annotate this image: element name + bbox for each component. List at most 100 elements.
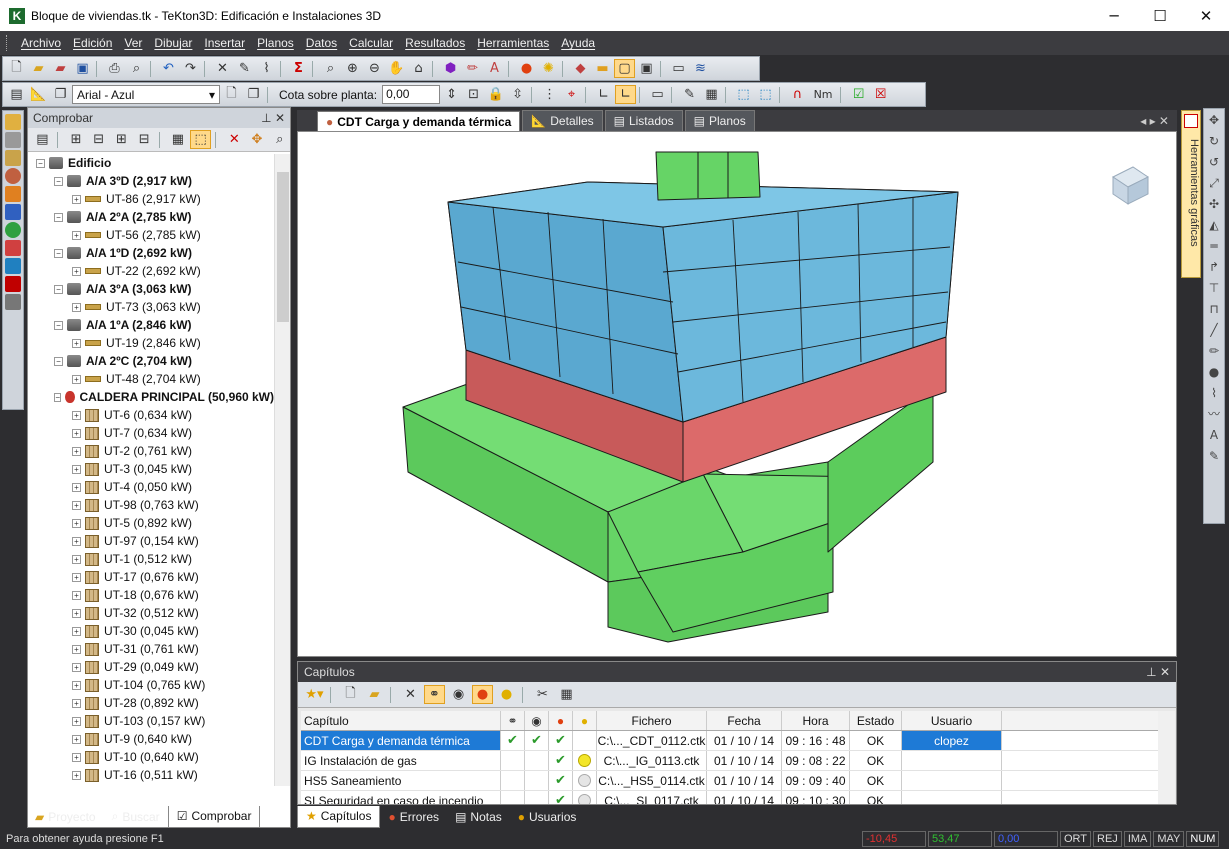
- delete-chapter-icon[interactable]: ✕: [400, 685, 421, 704]
- status-icon[interactable]: ●: [496, 685, 517, 704]
- search-icon[interactable]: ⌕: [269, 130, 290, 149]
- tab-usuarios[interactable]: ● Usuarios: [510, 807, 585, 828]
- cota-input[interactable]: 0,00: [382, 85, 441, 104]
- users-tool-icon[interactable]: [5, 186, 21, 202]
- table-row[interactable]: SI Seguridad en caso de incendio ✔ C:\..._…: [301, 791, 1161, 804]
- expand-toggle-icon[interactable]: +: [72, 734, 81, 744]
- collapse-toggle-icon[interactable]: −: [54, 356, 63, 366]
- tree-node-ut[interactable]: + UT-4 (0,050 kW): [28, 478, 274, 496]
- column-header[interactable]: Fecha: [707, 711, 782, 730]
- elevation-icon[interactable]: ⇳: [507, 85, 528, 104]
- tools-icon[interactable]: ✂: [532, 685, 553, 704]
- pin-close-icon[interactable]: ⊥ ✕: [261, 111, 285, 125]
- tree-node-ut[interactable]: + UT-32 (0,512 kW): [28, 604, 274, 622]
- expand-toggle-icon[interactable]: +: [72, 194, 81, 204]
- layers-icon[interactable]: ⬢: [440, 59, 461, 78]
- pipe-tool-icon[interactable]: [5, 204, 21, 220]
- break-tool-icon[interactable]: ⊓: [1207, 302, 1221, 316]
- table-row[interactable]: HS5 Saneamiento ✔ C:\..._HS5_0114.ctk 01 / …: [301, 771, 1161, 791]
- tree-node-aa[interactable]: − A/A 1ºD (2,692 kW): [28, 244, 274, 262]
- expand-toggle-icon[interactable]: +: [72, 500, 81, 510]
- dimension-icon[interactable]: ▭: [647, 85, 668, 104]
- rotate-3d-icon[interactable]: ↺: [1207, 155, 1221, 169]
- import-chapter-icon[interactable]: ▰: [364, 685, 385, 704]
- tree-node-ut[interactable]: + UT-6 (0,634 kW): [28, 406, 274, 424]
- frame-icon[interactable]: ▣: [636, 59, 657, 78]
- menu-herramientas[interactable]: Herramientas: [471, 36, 555, 50]
- magnet-icon[interactable]: ∩: [787, 85, 808, 104]
- stepper-icon[interactable]: ⇕: [441, 85, 462, 104]
- flag-num[interactable]: NUM: [1186, 831, 1220, 847]
- zoom-in-icon[interactable]: ⊕: [342, 59, 363, 78]
- tree-node-aa[interactable]: − A/A 3ºD (2,917 kW): [28, 172, 274, 190]
- brush-icon[interactable]: ⌇: [256, 59, 277, 78]
- solid-view-icon[interactable]: ▢: [614, 59, 635, 78]
- plane-icon[interactable]: ◆: [570, 59, 591, 78]
- view-home-icon[interactable]: ⌂: [408, 59, 429, 78]
- menu-datos[interactable]: Datos: [300, 36, 343, 50]
- select-tool-icon[interactable]: [5, 114, 21, 130]
- highlight-icon[interactable]: ⬚: [190, 130, 211, 149]
- measure-icon[interactable]: 📐: [28, 85, 49, 104]
- link-col-icon[interactable]: ⚭: [501, 711, 525, 730]
- expand-toggle-icon[interactable]: +: [72, 266, 81, 276]
- table-icon[interactable]: ▤: [6, 85, 27, 104]
- collapse-toggle-icon[interactable]: −: [54, 176, 63, 186]
- select-window-icon[interactable]: ⬚: [755, 85, 776, 104]
- clear-list-icon[interactable]: ☒: [870, 85, 891, 104]
- new-chapter-icon[interactable]: 🗋: [340, 685, 361, 704]
- delete-icon[interactable]: ✕: [212, 59, 233, 78]
- expand-toggle-icon[interactable]: +: [72, 428, 81, 438]
- menu-calcular[interactable]: Calcular: [343, 36, 399, 50]
- move-tool-icon[interactable]: ✥: [1207, 113, 1221, 127]
- expand-toggle-icon[interactable]: +: [72, 572, 81, 582]
- expand-toggle-icon[interactable]: +: [72, 482, 81, 492]
- copy-format-icon[interactable]: ❐: [50, 85, 71, 104]
- expand-toggle-icon[interactable]: +: [72, 302, 81, 312]
- text-box-icon[interactable]: ▭: [668, 59, 689, 78]
- expand-toggle-icon[interactable]: +: [72, 338, 81, 348]
- tree-node-aa[interactable]: − A/A 2ºA (2,785 kW): [28, 208, 274, 226]
- new-file-icon[interactable]: 🗋: [6, 59, 27, 78]
- extinguisher-tool-icon[interactable]: [5, 276, 21, 292]
- tab-notas[interactable]: ▤ Notas: [447, 807, 510, 828]
- render-sphere-icon[interactable]: ●: [516, 59, 537, 78]
- expand-toggle-icon[interactable]: +: [72, 446, 81, 456]
- menu-grip[interactable]: [6, 35, 9, 51]
- collapse-toggle-icon[interactable]: −: [54, 392, 62, 402]
- expand-toggle-icon[interactable]: +: [72, 626, 81, 636]
- collapse-toggle-icon[interactable]: −: [54, 284, 63, 294]
- tab-listados[interactable]: ▤ Listados: [604, 110, 683, 131]
- expand-toggle-icon[interactable]: +: [72, 644, 81, 654]
- column-header[interactable]: Estado: [850, 711, 902, 730]
- table-view-icon[interactable]: ▦: [556, 685, 577, 704]
- collapse-toggle-icon[interactable]: −: [54, 248, 63, 258]
- tree-node-ut[interactable]: + UT-5 (0,892 kW): [28, 514, 274, 532]
- tree-node-ut[interactable]: + UT-56 (2,785 kW): [28, 226, 274, 244]
- flag-ort[interactable]: ORT: [1060, 831, 1092, 847]
- tree-node-ut[interactable]: + UT-30 (0,045 kW): [28, 622, 274, 640]
- tree-scrollbar[interactable]: [274, 154, 290, 786]
- zoom-out-icon[interactable]: ⊖: [364, 59, 385, 78]
- table-row[interactable]: IG Instalación de gas ✔ C:\..._IG_0113.ctk…: [301, 751, 1161, 771]
- tree-node-ut[interactable]: + UT-103 (0,157 kW): [28, 712, 274, 730]
- tree-node-ut[interactable]: + UT-10 (0,640 kW): [28, 748, 274, 766]
- settings-tool-icon[interactable]: [5, 294, 21, 310]
- render-icon[interactable]: ●: [472, 685, 493, 704]
- note-icon[interactable]: ✎: [679, 85, 700, 104]
- tree-node-ut[interactable]: + UT-7 (0,634 kW): [28, 424, 274, 442]
- tree-node-ut[interactable]: + UT-97 (0,154 kW): [28, 532, 274, 550]
- tree-node-ut[interactable]: + UT-28 (0,892 kW): [28, 694, 274, 712]
- fan-tool-icon[interactable]: [5, 222, 21, 238]
- text-tool-icon[interactable]: A: [1207, 428, 1221, 442]
- collapse-toggle-icon[interactable]: −: [54, 320, 63, 330]
- properties-icon[interactable]: ▦: [168, 130, 189, 149]
- menu-edicion[interactable]: Edición: [67, 36, 118, 50]
- new-layer-icon[interactable]: 🗋: [221, 85, 242, 104]
- scale-tool-icon[interactable]: ⤢: [1207, 176, 1221, 190]
- lock-level-icon[interactable]: ⊡: [463, 85, 484, 104]
- pan-hand-icon[interactable]: ✋: [386, 59, 407, 78]
- surface-icon[interactable]: ▬: [592, 59, 613, 78]
- mirror-tool-icon[interactable]: ◭: [1207, 218, 1221, 232]
- scroll-thumb[interactable]: [277, 172, 289, 322]
